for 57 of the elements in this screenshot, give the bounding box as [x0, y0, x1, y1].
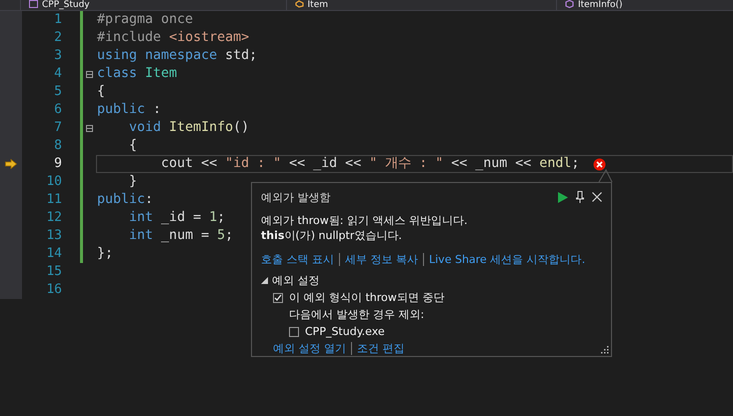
- code-line: cout << "id : " << _id << " 개수 : " << _num << endl;: [160, 156, 580, 172]
- class-icon: [294, 0, 304, 8]
- line-number: 3: [53, 47, 62, 65]
- code-line: {: [97, 84, 106, 100]
- line-number: 1: [53, 11, 62, 29]
- line-number: 6: [53, 101, 62, 119]
- exception-message: this이(가) nullptr였습니다.: [261, 228, 403, 243]
- expand-triangle-icon[interactable]: [261, 277, 268, 284]
- popup-link[interactable]: 호출 스택 표시: [261, 252, 334, 267]
- cube-icon: [564, 0, 574, 8]
- code-line: #include <iostream>: [97, 30, 250, 46]
- document-tab[interactable]: CPP_Study: [20, 0, 286, 10]
- line-number: 5: [53, 83, 62, 101]
- checkbox[interactable]: [289, 326, 299, 336]
- line-number: 15: [45, 263, 62, 281]
- line-number: 14: [45, 245, 62, 263]
- document-tab[interactable]: ItemInfo(): [556, 0, 733, 10]
- line-number: 16: [45, 281, 62, 299]
- section-heading: 예외 설정: [272, 273, 320, 288]
- line-number: 2: [53, 29, 62, 47]
- line-number: 12: [45, 209, 62, 227]
- code-line: void ItemInfo(): [128, 120, 250, 136]
- collapse-icon[interactable]: [86, 124, 93, 132]
- code-line: public:: [97, 192, 154, 208]
- code-line: int _num = 5;: [128, 228, 234, 244]
- code-line: public :: [97, 102, 162, 118]
- code-line: #pragma once: [97, 12, 194, 28]
- popup-link[interactable]: 예외 설정 열기: [273, 341, 346, 356]
- exception-message: 예외가 throw됨: 읽기 액세스 위반입니다.: [261, 213, 468, 228]
- line-number: 11: [45, 191, 62, 209]
- code-line: };: [97, 246, 114, 262]
- code-line: }: [128, 174, 138, 190]
- popup-link[interactable]: 세부 정보 복사: [345, 252, 418, 267]
- popup-link[interactable]: Live Share 세션을 시작합니다.: [429, 252, 586, 267]
- popup-title: 예외가 발생함: [261, 190, 330, 204]
- popup-link[interactable]: 조건 편집: [357, 341, 404, 356]
- pin-icon[interactable]: [576, 191, 584, 203]
- code-line: class Item: [97, 66, 178, 82]
- line-number: 10: [45, 173, 62, 191]
- code-line: using namespace std;: [97, 48, 258, 64]
- line-number: 4: [53, 65, 62, 83]
- collapse-icon[interactable]: [86, 70, 93, 78]
- checkbox[interactable]: [273, 292, 283, 302]
- line-number: 9: [53, 155, 62, 173]
- checkbox-label: CPP_Study.exe: [305, 324, 385, 339]
- document-tab[interactable]: Item: [286, 0, 556, 10]
- line-number: 7: [53, 119, 62, 137]
- line-number: 13: [45, 227, 62, 245]
- exception-filter-label: 다음에서 발생한 경우 제외:: [289, 307, 424, 322]
- checkbox-label: 이 예외 형식이 throw되면 중단: [289, 290, 444, 305]
- line-number: 8: [53, 137, 62, 155]
- code-line: int _id = 1;: [128, 210, 226, 226]
- project-icon: [29, 0, 38, 8]
- play-icon[interactable]: [558, 192, 568, 202]
- code-line: {: [128, 138, 138, 154]
- resize-grip-icon[interactable]: [600, 345, 609, 354]
- close-icon[interactable]: [592, 192, 602, 202]
